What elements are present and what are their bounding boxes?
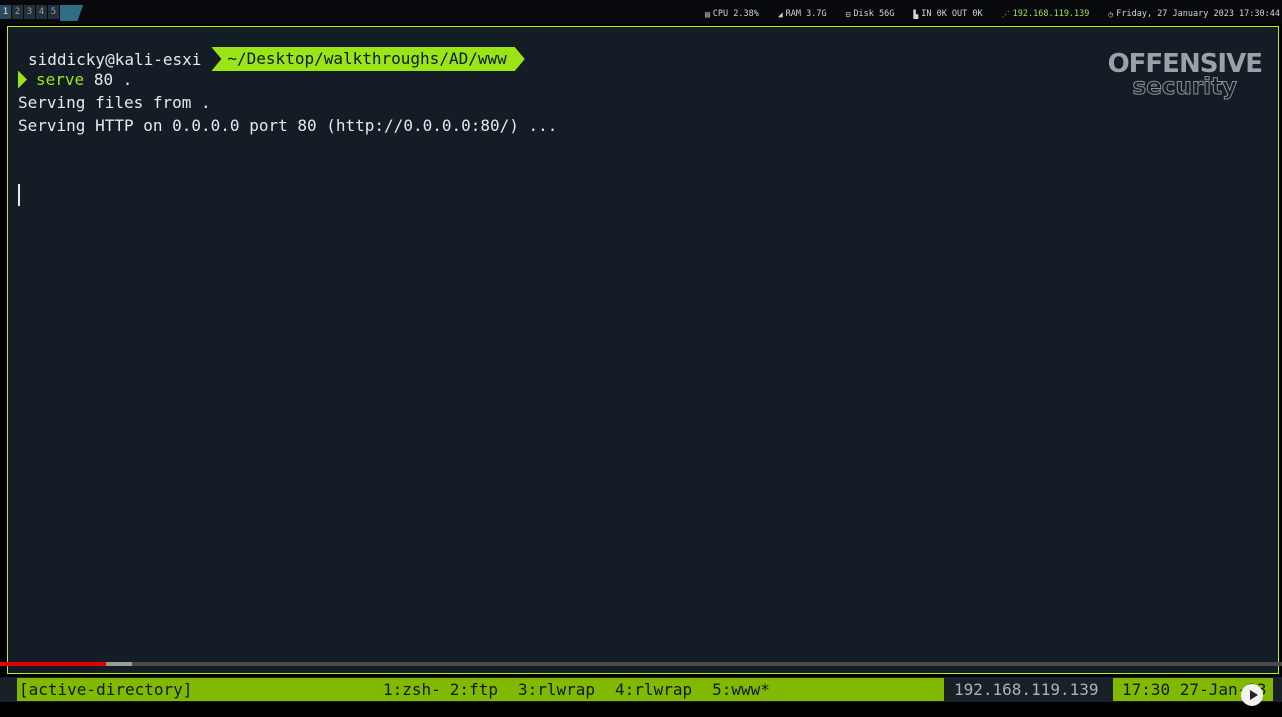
cpu-icon: ▤ bbox=[704, 9, 710, 19]
prompt-arrow-icon bbox=[18, 70, 27, 89]
clock-icon: ◷ bbox=[1108, 9, 1114, 19]
video-buffered bbox=[106, 662, 133, 666]
video-progress-bar[interactable] bbox=[0, 662, 1282, 666]
workspace-tail-decoration bbox=[60, 5, 96, 21]
ram-stat: ◢ RAM 3.7G bbox=[778, 9, 827, 19]
workspace-3[interactable]: 3 bbox=[24, 5, 35, 19]
tmux-window-5[interactable]: 5:www* bbox=[712, 678, 770, 701]
workspace-2[interactable]: 2 bbox=[12, 5, 23, 19]
logo-line-2: security bbox=[1132, 74, 1238, 100]
command-name: serve bbox=[36, 70, 85, 89]
command-spacer bbox=[84, 68, 94, 91]
play-button[interactable] bbox=[1241, 684, 1263, 706]
disk-stat: ⊟ Disk 56G bbox=[846, 9, 895, 19]
tmux-window-3[interactable]: 3:rlwrap bbox=[518, 678, 595, 701]
ip-stat: ⋰ 192.168.119.139 bbox=[1002, 9, 1090, 19]
play-icon bbox=[1249, 690, 1258, 700]
network-text: IN 0K OUT 0K bbox=[921, 9, 983, 19]
tmux-window-2[interactable]: 2:ftp bbox=[450, 678, 498, 701]
disk-text: Disk 56G bbox=[853, 9, 895, 19]
tmux-status-bar: [active-directory] 1:zsh- 2:ftp 3:rlwrap… bbox=[0, 677, 1282, 702]
workspace-4[interactable]: 4 bbox=[36, 5, 47, 19]
command-line: serve 80 . bbox=[18, 68, 557, 91]
cpu-stat: ▤ CPU 2.38% bbox=[705, 9, 759, 19]
top-panel: 1 2 3 4 5 ▤ CPU 2.38% ◢ RAM 3.7G ⊟ Disk … bbox=[0, 0, 1282, 24]
output-line: Serving files from . bbox=[18, 93, 211, 112]
datetime-text: Friday, 27 January 2023 17:30:44 bbox=[1116, 9, 1280, 19]
cursor-line bbox=[18, 137, 557, 206]
offensive-security-logo: OFFENSIVE security bbox=[1108, 51, 1263, 100]
tmux-ip: 192.168.119.139 bbox=[954, 680, 1099, 699]
terminal-content: siddicky@kali-esxi ~/Desktop/walkthrough… bbox=[18, 45, 558, 206]
ram-text: RAM 3.7G bbox=[785, 9, 827, 19]
wifi-icon: ⋰ bbox=[1001, 9, 1010, 19]
tmux-window-1[interactable]: 1:zsh- bbox=[383, 678, 441, 701]
system-stats: ▤ CPU 2.38% ◢ RAM 3.7G ⊟ Disk 56G ▙ IN 0… bbox=[705, 6, 1282, 22]
disk-icon: ⊟ bbox=[845, 9, 851, 19]
tmux-window-4[interactable]: 4:rlwrap bbox=[615, 678, 692, 701]
video-played bbox=[0, 662, 107, 666]
command-args: 80 . bbox=[93, 70, 133, 89]
network-stat: ▙ IN 0K OUT 0K bbox=[913, 9, 982, 19]
workspace-switcher: 1 2 3 4 5 bbox=[0, 5, 60, 21]
workspace-1[interactable]: 1 bbox=[0, 5, 11, 19]
clock-stat: ◷ Friday, 27 January 2023 17:30:44 bbox=[1108, 9, 1280, 19]
terminal-window[interactable]: siddicky@kali-esxi ~/Desktop/walkthrough… bbox=[7, 26, 1279, 674]
cpu-text: CPU 2.38% bbox=[712, 9, 759, 19]
network-icon: ▙ bbox=[913, 9, 919, 19]
prompt-cwd: ~/Desktop/walkthroughs/AD/www bbox=[211, 47, 524, 71]
tmux-window-list: 1:zsh- 2:ftp 3:rlwrap 4:rlwrap 5:www* bbox=[383, 678, 770, 701]
ip-text: 192.168.119.139 bbox=[1012, 9, 1090, 19]
output-line: Serving HTTP on 0.0.0.0 port 80 (http://… bbox=[18, 116, 558, 135]
text-cursor bbox=[18, 184, 20, 206]
workspace-5[interactable]: 5 bbox=[48, 5, 59, 19]
memory-icon: ◢ bbox=[777, 9, 783, 19]
